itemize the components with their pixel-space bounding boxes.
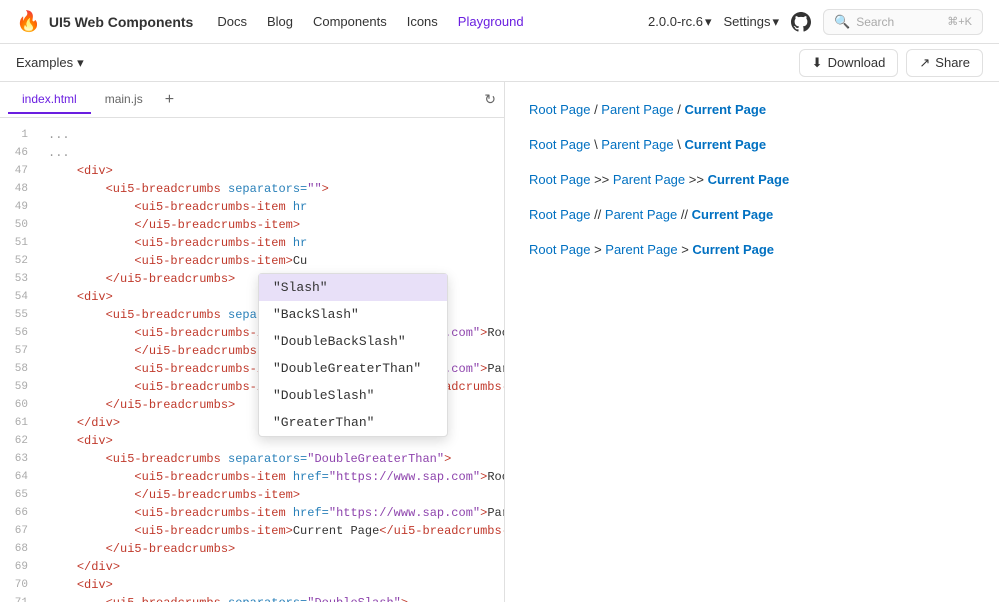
tab-main-js[interactable]: main.js — [91, 86, 157, 114]
code-line: 49 <ui5-breadcrumbs-item hr — [0, 198, 504, 216]
breadcrumb-preview-doublegreaterthan: Root Page >> Parent Page >> Current Page — [529, 172, 975, 187]
code-line: 69 </div> — [0, 558, 504, 576]
nav-right: 2.0.0-rc.6 ▾ Settings ▾ 🔍 Search ⌘+K — [648, 9, 983, 35]
chevron-down-icon: ▾ — [77, 55, 84, 71]
logo[interactable]: 🔥 UI5 Web Components — [16, 9, 193, 34]
bc-root-link[interactable]: Root Page — [529, 207, 590, 222]
code-line: 47 <div> — [0, 162, 504, 180]
bc-root-link[interactable]: Root Page — [529, 242, 590, 257]
bc-root-link[interactable]: Root Page — [529, 102, 590, 117]
bc-parent-link[interactable]: Parent Page — [613, 172, 685, 187]
logo-text: UI5 Web Components — [49, 14, 193, 30]
nav-playground[interactable]: Playground — [458, 14, 524, 29]
chevron-down-icon: ▾ — [772, 14, 779, 30]
main-area: index.html main.js + ↻ 1 ... 46 ... 47 <… — [0, 82, 999, 602]
code-line: 68 </ui5-breadcrumbs> — [0, 540, 504, 558]
nav-components[interactable]: Components — [313, 14, 387, 29]
code-content[interactable]: 1 ... 46 ... 47 <div> 48 <ui5-breadcrumb… — [0, 118, 504, 602]
nav-blog[interactable]: Blog — [267, 14, 293, 29]
code-line: 64 <ui5-breadcrumbs-item href="https://w… — [0, 468, 504, 486]
bc-root-link[interactable]: Root Page — [529, 172, 590, 187]
code-line: 70 <div> — [0, 576, 504, 594]
code-line: 63 <ui5-breadcrumbs separators="DoubleGr… — [0, 450, 504, 468]
settings-button[interactable]: Settings ▾ — [723, 14, 779, 30]
search-box[interactable]: 🔍 Search ⌘+K — [823, 9, 983, 35]
dropdown-item-backslash[interactable]: "BackSlash" — [259, 301, 447, 328]
code-line: 67 <ui5-breadcrumbs-item>Current Page</u… — [0, 522, 504, 540]
bc-parent-link[interactable]: Parent Page — [601, 102, 673, 117]
bc-separator: // — [681, 207, 692, 222]
bc-separator: > — [594, 242, 605, 257]
dropdown-item-doublegreaterthan[interactable]: "DoubleGreaterThan" — [259, 355, 447, 382]
bc-current-page: Current Page — [692, 242, 774, 257]
dropdown-item-greaterthan[interactable]: "GreaterThan" — [259, 409, 447, 436]
preview-panel: Root Page / Parent Page / Current Page R… — [505, 82, 999, 602]
code-line: 65 </ui5-breadcrumbs-item> — [0, 486, 504, 504]
refresh-button[interactable]: ↻ — [484, 91, 496, 108]
bc-parent-link[interactable]: Parent Page — [605, 242, 677, 257]
bc-separator: >> — [689, 172, 708, 187]
code-line: 48 <ui5-breadcrumbs separators=""> — [0, 180, 504, 198]
nav-icons[interactable]: Icons — [407, 14, 438, 29]
download-button[interactable]: ⬇ Download — [799, 49, 899, 77]
bc-current-page: Current Page — [708, 172, 790, 187]
flame-icon: 🔥 — [16, 9, 41, 34]
bc-current-page: Current Page — [684, 102, 766, 117]
add-tab-button[interactable]: + — [157, 88, 182, 112]
top-nav: 🔥 UI5 Web Components Docs Blog Component… — [0, 0, 999, 44]
examples-button[interactable]: Examples ▾ — [16, 55, 84, 71]
dropdown-item-doublebackslash[interactable]: "DoubleBackSlash" — [259, 328, 447, 355]
search-kbd: ⌘+K — [947, 15, 972, 28]
search-placeholder: Search — [856, 15, 894, 29]
share-button[interactable]: ↗ Share — [906, 49, 983, 77]
dropdown-item-doubleslash[interactable]: "DoubleSlash" — [259, 382, 447, 409]
code-line: 46 ... — [0, 144, 504, 162]
bc-parent-link[interactable]: Parent Page — [601, 137, 673, 152]
github-icon[interactable] — [791, 12, 811, 32]
breadcrumb-preview-greaterthan: Root Page > Parent Page > Current Page — [529, 242, 975, 257]
toolbar: Examples ▾ ⬇ Download ↗ Share — [0, 44, 999, 82]
code-line: 52 <ui5-breadcrumbs-item>Cu — [0, 252, 504, 270]
code-line: 50 </ui5-breadcrumbs-item> — [0, 216, 504, 234]
share-icon: ↗ — [919, 55, 930, 71]
tabs-bar: index.html main.js + ↻ — [0, 82, 504, 118]
toolbar-actions: ⬇ Download ↗ Share — [799, 49, 983, 77]
bc-separator: // — [594, 207, 605, 222]
breadcrumb-preview-doubleslash: Root Page // Parent Page // Current Page — [529, 207, 975, 222]
bc-current-page: Current Page — [692, 207, 774, 222]
bc-current-page: Current Page — [684, 137, 766, 152]
dropdown-item-slash[interactable]: "Slash" — [259, 274, 447, 301]
separator-dropdown[interactable]: "Slash" "BackSlash" "DoubleBackSlash" "D… — [258, 273, 448, 437]
bc-separator: > — [681, 242, 692, 257]
code-line: 51 <ui5-breadcrumbs-item hr — [0, 234, 504, 252]
breadcrumb-preview-slash: Root Page / Parent Page / Current Page — [529, 102, 975, 117]
bc-separator: >> — [594, 172, 613, 187]
download-icon: ⬇ — [812, 55, 823, 71]
nav-links: Docs Blog Components Icons Playground — [217, 14, 523, 29]
code-line: 66 <ui5-breadcrumbs-item href="https://w… — [0, 504, 504, 522]
breadcrumb-preview-backslash: Root Page \ Parent Page \ Current Page — [529, 137, 975, 152]
code-line: 1 ... — [0, 126, 504, 144]
bc-root-link[interactable]: Root Page — [529, 137, 590, 152]
tab-index-html[interactable]: index.html — [8, 86, 91, 114]
version-button[interactable]: 2.0.0-rc.6 ▾ — [648, 14, 711, 30]
nav-docs[interactable]: Docs — [217, 14, 247, 29]
code-panel: index.html main.js + ↻ 1 ... 46 ... 47 <… — [0, 82, 505, 602]
search-icon: 🔍 — [834, 14, 850, 30]
code-line: 71 <ui5-breadcrumbs separators="DoubleSl… — [0, 594, 504, 602]
chevron-down-icon: ▾ — [705, 14, 712, 30]
bc-parent-link[interactable]: Parent Page — [605, 207, 677, 222]
